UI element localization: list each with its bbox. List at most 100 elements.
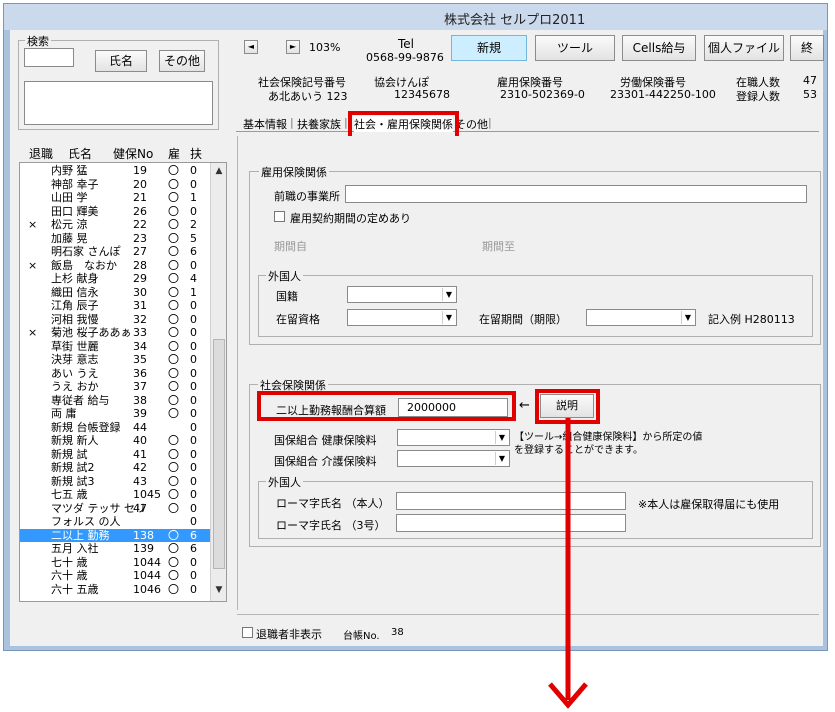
employee-row[interactable]: 内野 猛 19 〇 0 [20, 164, 210, 177]
dependents-count: 0 [190, 407, 197, 420]
scroll-thumb[interactable] [213, 339, 225, 569]
dependents-count: 0 [190, 339, 197, 353]
employee-row[interactable]: 専従者 給与 38 〇 0 [20, 394, 210, 407]
insurance-no: 36 [133, 366, 147, 380]
employee-name: 決芽 意志 [51, 353, 99, 366]
insurance-no: 138 [133, 528, 154, 542]
employment-flag: 〇 [168, 218, 179, 231]
employee-row[interactable]: 六十 五歳 1046 〇 0 [20, 583, 210, 596]
employee-name: 七五 歳 [51, 488, 88, 501]
dependents-count: 0 [190, 177, 197, 191]
chevron-down-icon[interactable]: ▼ [495, 431, 508, 444]
dependents-count: 6 [190, 542, 197, 555]
employee-row[interactable]: 田口 輝美 26 〇 0 [20, 205, 210, 218]
new-button[interactable]: 新規 [451, 35, 527, 61]
employee-row[interactable]: 山田 学 21 〇 1 [20, 191, 210, 204]
employment-flag: 〇 [168, 488, 179, 501]
title-bar: 株式会社 セルプロ2011 [4, 4, 827, 30]
employee-row[interactable]: 新規 試 41 〇 0 [20, 448, 210, 461]
foreigner-group [258, 275, 813, 337]
employee-row[interactable]: 新規 台帳登録 44 0 [20, 421, 210, 434]
employee-row[interactable]: 新規 試3 43 〇 0 [20, 475, 210, 488]
dependents-count: 6 [190, 245, 197, 258]
footer-divider [237, 614, 819, 615]
employee-row[interactable]: 新規 試2 42 〇 0 [20, 461, 210, 474]
tab-dependents[interactable]: 扶養家族 [297, 116, 341, 132]
employee-row[interactable]: × 飯島 なおか 28 〇 0 [20, 259, 210, 272]
tab-other[interactable]: その他 [455, 116, 488, 132]
employee-row[interactable]: × 松元 涼 22 〇 2 [20, 218, 210, 231]
retired-mark: × [28, 326, 38, 339]
list-scrollbar[interactable]: ▲ ▼ [210, 163, 226, 601]
hide-retired-checkbox[interactable] [242, 627, 253, 638]
employee-row[interactable]: 新規 新人 40 〇 0 [20, 434, 210, 447]
chevron-down-icon[interactable]: ▼ [495, 452, 508, 465]
residence-status-select[interactable]: ▼ [347, 309, 457, 326]
scroll-up-icon[interactable]: ▲ [213, 164, 225, 178]
chevron-down-icon[interactable]: ▼ [442, 288, 455, 301]
chevron-down-icon[interactable]: ▼ [442, 311, 455, 324]
tools-button[interactable]: ツール [535, 35, 615, 61]
employee-row[interactable]: 両 庸 39 〇 0 [20, 407, 210, 420]
dependents-count: 6 [190, 528, 197, 542]
tab-separator: | [290, 116, 294, 129]
insurance-no: 22 [133, 218, 147, 231]
social-insurance-symbol-value: あ北あいう 123 [268, 90, 348, 103]
scroll-down-icon[interactable]: ▼ [213, 583, 225, 597]
name-search-button[interactable]: 氏名 [95, 50, 147, 72]
employment-flag: 〇 [168, 258, 179, 272]
care-premium-select[interactable]: ▼ [397, 450, 510, 467]
employee-row[interactable]: 二以上 勤務 138 〇 6 [20, 528, 210, 542]
employment-flag: 〇 [168, 204, 179, 218]
contract-period-checkbox[interactable] [274, 211, 285, 222]
employee-name: 山田 学 [51, 191, 88, 204]
employee-row[interactable]: 六十 歳 1044 〇 0 [20, 569, 210, 582]
employee-row[interactable]: 決芽 意志 35 〇 0 [20, 353, 210, 366]
employee-row[interactable]: マツダ テッサ セリ 47 〇 0 [20, 502, 210, 515]
insurance-no: 31 [133, 299, 147, 312]
overflow-button[interactable]: 終 [790, 35, 824, 61]
employee-row[interactable]: うえ おか 37 〇 0 [20, 380, 210, 393]
next-record-button[interactable]: ► [286, 40, 300, 54]
prev-employer-input[interactable] [345, 185, 807, 203]
employee-row[interactable]: × 菊池 桜子ああぁ 33 〇 0 [20, 326, 210, 339]
personal-file-button[interactable]: 個人ファイル [704, 35, 784, 61]
employee-row[interactable]: 七五 歳 1045 〇 0 [20, 488, 210, 501]
tab-basic-info[interactable]: 基本情報 [243, 116, 287, 132]
employee-row[interactable]: 織田 信永 30 〇 1 [20, 286, 210, 299]
residence-period-select[interactable]: ▼ [586, 309, 696, 326]
employee-row[interactable]: 上杉 献身 29 〇 4 [20, 272, 210, 285]
dependents-count: 4 [190, 272, 197, 285]
insurance-no: 44 [133, 420, 147, 434]
cells-salary-button[interactable]: Cells給与 [622, 35, 696, 61]
employee-name: 新規 台帳登録 [51, 420, 121, 434]
dependents-count: 0 [190, 434, 197, 447]
insurance-no: 26 [133, 204, 147, 218]
search-input[interactable] [24, 48, 74, 67]
employee-row[interactable]: 神部 幸子 20 〇 0 [20, 178, 210, 191]
other-search-button[interactable]: その他 [159, 50, 205, 72]
health-premium-select[interactable]: ▼ [397, 429, 510, 446]
dependents-count: 0 [190, 312, 197, 326]
employee-row[interactable]: あい うえ 36 〇 0 [20, 367, 210, 380]
employee-row[interactable]: 明石家 さんぽ 27 〇 6 [20, 245, 210, 258]
employment-flag: 〇 [168, 164, 179, 177]
employee-row[interactable]: 江角 辰子 31 〇 0 [20, 299, 210, 312]
nationality-select[interactable]: ▼ [347, 286, 457, 303]
residence-period-label: 在留期間（期限） [479, 313, 567, 326]
tab-separator: | [488, 116, 492, 129]
insurance-no: 32 [133, 312, 147, 326]
employee-row[interactable]: 加藤 晃 23 〇 5 [20, 232, 210, 245]
dependents-count: 0 [190, 299, 197, 312]
employee-row[interactable]: 五月 入社 139 〇 6 [20, 542, 210, 555]
chevron-down-icon[interactable]: ▼ [681, 311, 694, 324]
employee-row[interactable]: 七十 歳 1044 〇 0 [20, 556, 210, 569]
employee-list[interactable]: 内野 猛 19 〇 0 神部 幸子 20 〇 0 山田 学 21 〇 1 田口 輝美 26 〇 0 × 松元 涼2… [19, 162, 227, 602]
employee-row[interactable]: 草街 世麗 34 〇 0 [20, 340, 210, 353]
employment-insurance-group-label: 雇用保険関係 [259, 164, 329, 180]
employment-flag: 〇 [168, 231, 179, 245]
employment-flag: 〇 [168, 245, 179, 258]
prev-record-button[interactable]: ◄ [244, 40, 258, 54]
employee-row[interactable]: フォルス の人 0 [20, 515, 210, 528]
employee-row[interactable]: 河相 我慢 32 〇 0 [20, 313, 210, 326]
